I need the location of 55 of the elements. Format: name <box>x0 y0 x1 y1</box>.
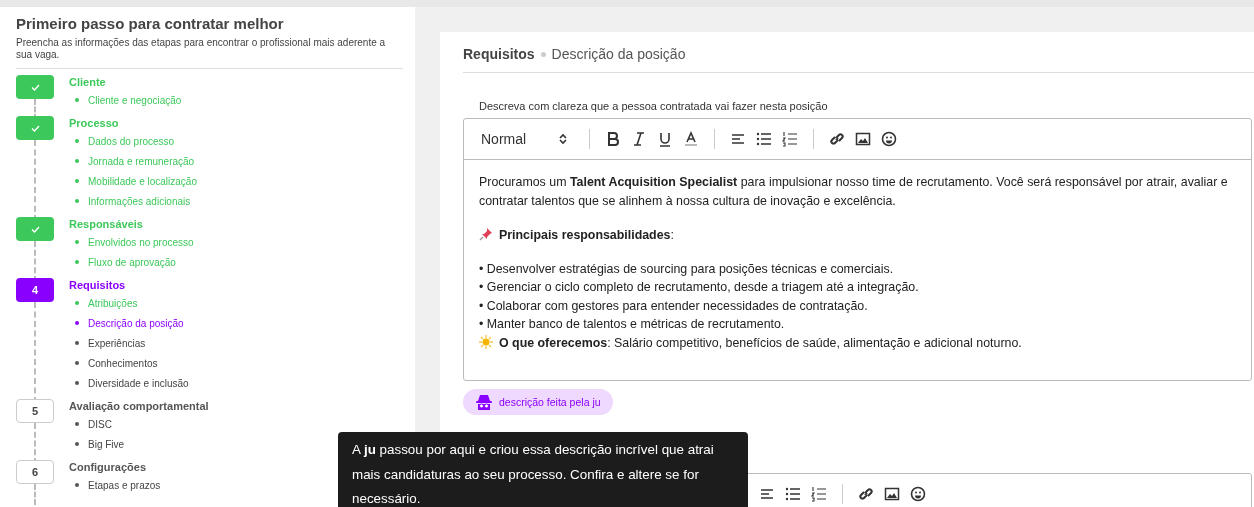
substep-link[interactable]: Descrição da posição <box>88 316 184 330</box>
step-marker[interactable] <box>16 217 54 241</box>
breadcrumb-section[interactable]: Requisitos <box>463 46 535 62</box>
ai-badge: descrição feita pela ju <box>463 389 613 415</box>
description-text: • Manter banco de talentos e métricas de recrutamento. <box>479 317 785 331</box>
description-text: Principais responsabilidades: <box>499 228 674 242</box>
numbered-list-icon[interactable] <box>811 486 827 502</box>
align-left-icon[interactable] <box>730 131 746 147</box>
substep-link[interactable]: Big Five <box>88 437 125 451</box>
link-icon[interactable] <box>858 486 874 502</box>
substep-link[interactable]: Experiências <box>88 336 146 350</box>
rich-text-editor[interactable] <box>463 118 1252 381</box>
bold-icon[interactable] <box>605 131 621 147</box>
sun-icon <box>479 334 493 349</box>
sidebar-title: Primeiro passo para contratar melhor <box>16 15 285 32</box>
description-text: Procuramos um Talent Acquisition Specialist para impulsionar nosso time de recrutamento. Você será responsável por atrair, avaliar e contratar talentos que se alinhem à nossa cultura de inovação e excelência. <box>479 175 1228 208</box>
step-title[interactable]: Requisitos <box>69 279 189 293</box>
description-text: • Desenvolver estratégias de sourcing para posições técnicas e comerciais. <box>479 261 894 276</box>
bullet-list-icon[interactable] <box>785 486 801 502</box>
emoji-icon[interactable] <box>881 131 897 147</box>
description-text: • Colaborar com gestores para entender necessidades de contratação. <box>479 298 868 313</box>
substep-link[interactable]: Diversidade e inclusão <box>88 376 189 390</box>
text-color-icon[interactable] <box>683 131 699 147</box>
field-label: Descreva com clareza que a pessoa contratada vai fazer nesta posição <box>479 100 829 112</box>
spy-icon <box>475 393 493 411</box>
sidebar-subtitle: Preencha as informações das etapas para encontrar o profissional mais aderente a sua vaga. <box>16 37 403 69</box>
description-text: • Gerenciar o ciclo completo de recrutamento, desde a triagem até a integração. <box>479 280 919 294</box>
substep-link[interactable]: Etapas e prazos <box>88 478 161 492</box>
numbered-list-icon[interactable] <box>782 131 798 147</box>
italic-icon[interactable] <box>631 131 647 147</box>
substep-link[interactable]: DISC <box>88 417 112 431</box>
format-dropdown[interactable]: Normal <box>481 128 567 150</box>
substep-link[interactable]: Conhecimentos <box>88 356 158 370</box>
check-icon <box>30 124 40 132</box>
pushpin-icon <box>479 227 493 241</box>
step-title[interactable]: Avaliação comportamental <box>69 400 209 414</box>
check-icon <box>30 83 40 91</box>
step-marker[interactable] <box>16 75 54 99</box>
sort-arrows-icon <box>559 133 567 145</box>
bullet-list-icon[interactable] <box>756 131 772 147</box>
step-marker[interactable]: 5 <box>16 399 54 423</box>
tooltip: A ju passou por aqui e criou essa descrição incrível que atrai mais candidaturas ao seu processo. Confira e altere se for necessário. <box>338 432 748 507</box>
description-text: O que oferecemos: Salário competitivo, benefícios de saúde, alimentação e adicional noturno. <box>499 335 1022 350</box>
align-left-icon[interactable] <box>759 486 775 502</box>
step-marker[interactable] <box>16 116 54 140</box>
image-icon[interactable] <box>884 486 900 502</box>
link-icon[interactable] <box>829 131 845 147</box>
image-icon[interactable] <box>855 131 871 147</box>
underline-icon[interactable] <box>657 131 673 147</box>
emoji-icon[interactable] <box>910 486 926 502</box>
step-title[interactable]: Configurações <box>69 461 161 475</box>
step-marker[interactable]: 6 <box>16 460 54 484</box>
breadcrumb-page: Descrição da posição <box>551 46 686 62</box>
check-icon <box>30 225 40 233</box>
step-marker[interactable]: 4 <box>16 278 54 302</box>
